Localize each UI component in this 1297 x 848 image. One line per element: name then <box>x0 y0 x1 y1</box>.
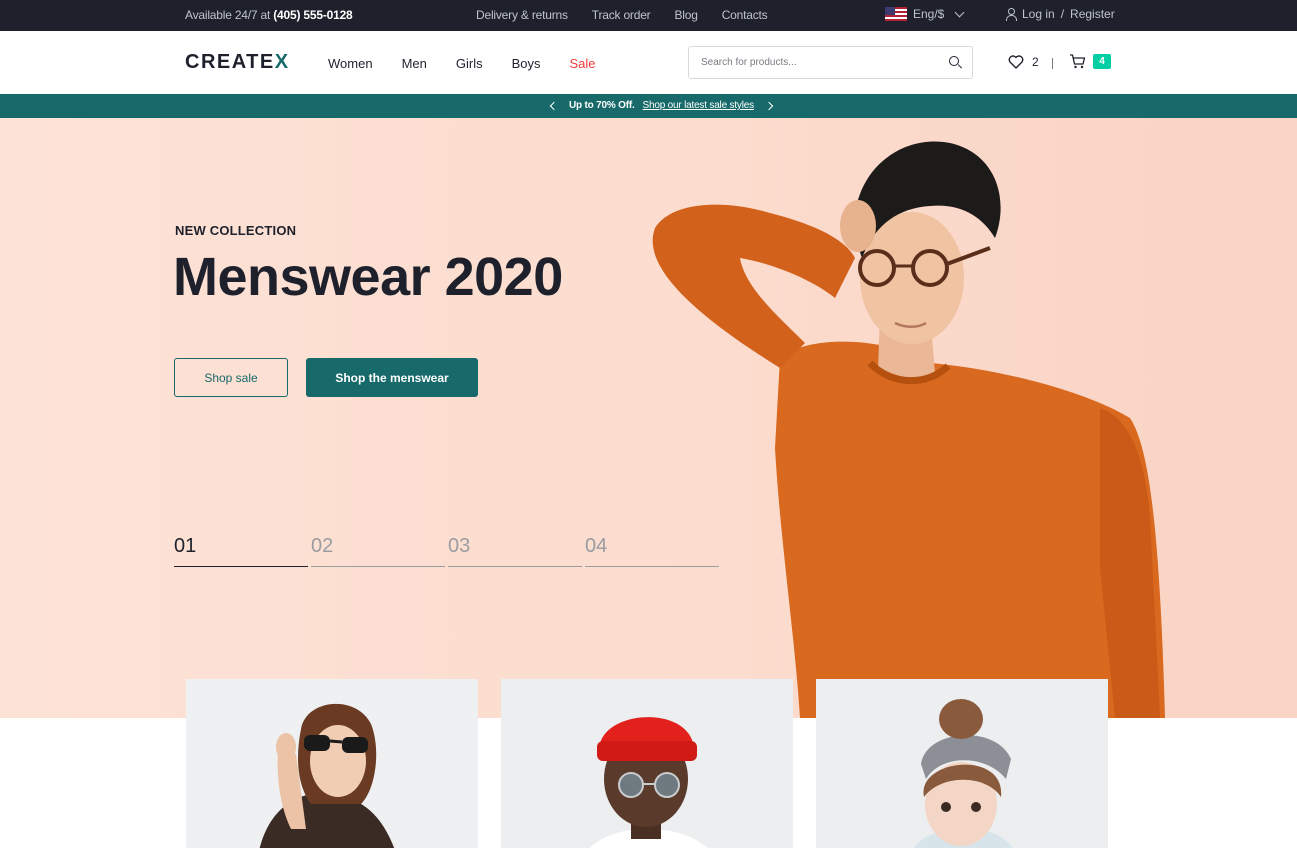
logo[interactable]: CREATEX <box>185 51 290 74</box>
logo-text: CREATE <box>185 51 275 73</box>
category-cards <box>186 679 1108 848</box>
girl-headscarf-image <box>816 679 1108 848</box>
wishlist-button[interactable]: 2 <box>1008 55 1039 69</box>
cart-count-badge: 4 <box>1093 54 1111 69</box>
cart-button[interactable]: 4 <box>1069 54 1111 69</box>
promo-link[interactable]: Shop our latest sale styles <box>643 100 755 111</box>
hero-eyebrow: NEW COLLECTION <box>175 223 297 238</box>
availability-text: Available 24/7 at (405) 555-0128 <box>185 8 353 22</box>
promo-bold-text: Up to 70% Off. <box>569 100 635 111</box>
cart-icon <box>1070 54 1086 69</box>
user-icon <box>1005 8 1017 21</box>
search-box <box>688 46 973 79</box>
slide-tab-01[interactable]: 01 <box>174 533 308 567</box>
hero-banner: NEW COLLECTION Menswear 2020 Shop sale S… <box>0 118 1297 718</box>
hero-title: Menswear 2020 <box>173 247 563 307</box>
arrow-right-icon[interactable] <box>764 101 774 110</box>
phone-number[interactable]: (405) 555-0128 <box>273 8 352 22</box>
nav-sale[interactable]: Sale <box>569 56 595 71</box>
search-icon[interactable] <box>949 56 961 68</box>
search-input[interactable] <box>689 47 929 78</box>
promo-bar: Up to 70% Off. Shop our latest sale styl… <box>0 94 1297 118</box>
logo-accent: X <box>274 51 290 73</box>
auth-links: Log in / Register <box>1005 7 1115 21</box>
slide-indicators: 01 02 03 04 <box>174 533 719 567</box>
heart-icon <box>1008 55 1024 69</box>
wishlist-count: 2 <box>1032 55 1039 69</box>
us-flag-icon <box>885 7 907 21</box>
category-card-men[interactable] <box>501 679 793 848</box>
nav-women[interactable]: Women <box>328 56 373 71</box>
top-link-delivery[interactable]: Delivery & returns <box>476 8 568 22</box>
category-card-women[interactable] <box>186 679 478 848</box>
slide-tab-04[interactable]: 04 <box>585 533 719 567</box>
nav-girls[interactable]: Girls <box>456 56 483 71</box>
header-divider <box>1052 58 1053 69</box>
slide-tab-02[interactable]: 02 <box>311 533 445 567</box>
language-label: Eng/$ <box>913 7 945 21</box>
shop-sale-button[interactable]: Shop sale <box>174 358 288 397</box>
top-link-blog[interactable]: Blog <box>674 8 697 22</box>
chevron-down-icon <box>954 7 965 17</box>
auth-separator: / <box>1060 7 1065 21</box>
slide-tab-03[interactable]: 03 <box>448 533 582 567</box>
arrow-left-icon[interactable] <box>549 101 559 110</box>
category-card-girls[interactable] <box>816 679 1108 848</box>
hero-model-image <box>652 141 1165 718</box>
top-bar: Available 24/7 at (405) 555-0128 Deliver… <box>0 0 1297 31</box>
shop-menswear-button[interactable]: Shop the menswear <box>306 358 478 397</box>
register-link[interactable]: Register <box>1070 7 1115 21</box>
woman-sunglasses-image <box>186 679 478 848</box>
top-link-contacts[interactable]: Contacts <box>722 8 768 22</box>
nav-boys[interactable]: Boys <box>512 56 541 71</box>
nav-men[interactable]: Men <box>402 56 427 71</box>
language-selector[interactable]: Eng/$ <box>885 7 965 21</box>
top-links: Delivery & returns Track order Blog Cont… <box>476 8 768 22</box>
availability-prefix: Available 24/7 at <box>185 8 271 22</box>
main-nav: Women Men Girls Boys Sale <box>328 56 596 71</box>
top-link-track-order[interactable]: Track order <box>592 8 651 22</box>
login-link[interactable]: Log in <box>1022 7 1055 21</box>
man-red-beanie-image <box>501 679 793 848</box>
main-header: CREATEX Women Men Girls Boys Sale 2 4 <box>0 31 1297 94</box>
